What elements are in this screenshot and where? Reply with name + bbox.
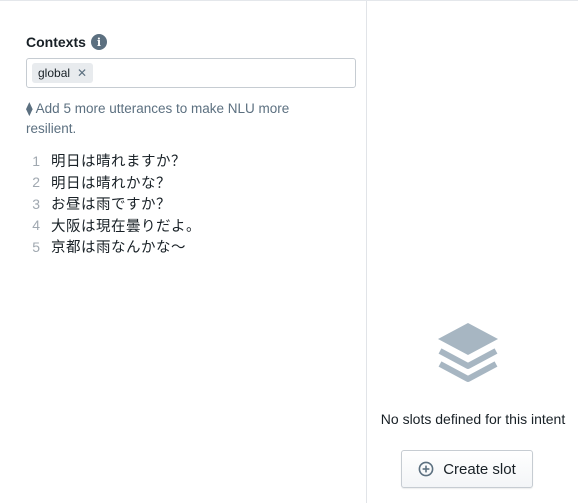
- utterance-row[interactable]: 3 お昼は雨ですか？: [26, 193, 201, 215]
- info-icon[interactable]: i: [90, 34, 107, 50]
- no-slots-message: No slots defined for this intent: [380, 411, 566, 427]
- utterance-hint-text: Add 5 more utterances to make NLU more r…: [26, 101, 290, 136]
- contexts-label: Contexts: [26, 34, 86, 50]
- context-tag-global: global ✕: [32, 63, 94, 83]
- layers-icon: [438, 323, 498, 382]
- intent-editor: Contexts i global ✕ ⧫ Add 5 more utteranc…: [0, 0, 578, 503]
- utterance-row[interactable]: 2 明日は晴れかな？: [26, 172, 201, 194]
- create-slot-button[interactable]: Create slot: [401, 450, 533, 488]
- utterances-pane: Contexts i global ✕ ⧫ Add 5 more utteranc…: [0, 1, 367, 503]
- utterance-number: 3: [32, 195, 40, 212]
- utterance-text[interactable]: 大阪は現在曇りだよ。: [51, 215, 201, 236]
- utterance-hint: ⧫ Add 5 more utterances to make NLU more …: [26, 99, 326, 139]
- utterance-number: 4: [32, 217, 40, 234]
- utterance-number: 2: [32, 174, 40, 191]
- utterance-number: 1: [32, 152, 40, 169]
- utterance-text[interactable]: 明日は晴れますか？: [51, 150, 186, 171]
- utterance-row[interactable]: 5 京都は雨なんかな〜: [26, 236, 201, 258]
- utterance-text[interactable]: 明日は晴れかな？: [51, 172, 171, 193]
- context-tag-label: global: [38, 66, 71, 80]
- slots-pane: No slots defined for this intent Create …: [368, 1, 578, 503]
- create-slot-label: Create slot: [443, 460, 516, 478]
- utterance-row[interactable]: 1 明日は晴れますか？: [26, 150, 201, 172]
- plus-circle-icon: [418, 461, 434, 477]
- utterance-row[interactable]: 4 大阪は現在曇りだよ。: [26, 215, 201, 237]
- contexts-heading: Contexts i: [26, 34, 107, 50]
- close-icon[interactable]: ✕: [77, 66, 87, 80]
- utterance-text[interactable]: 京都は雨なんかな〜: [51, 236, 186, 257]
- diamond-icon: ⧫: [26, 101, 33, 116]
- utterance-number: 5: [32, 238, 40, 255]
- contexts-tag-input[interactable]: global ✕: [26, 58, 356, 88]
- utterance-list: 1 明日は晴れますか？ 2 明日は晴れかな？ 3 お昼は雨ですか？ 4 大阪は現…: [26, 150, 201, 258]
- utterance-text[interactable]: お昼は雨ですか？: [51, 193, 171, 214]
